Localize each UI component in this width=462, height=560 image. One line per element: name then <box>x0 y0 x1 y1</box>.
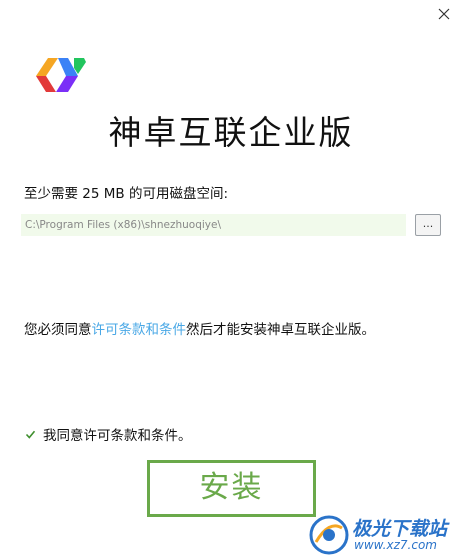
close-button[interactable] <box>434 4 454 24</box>
app-title: 神卓互联企业版 <box>108 113 354 152</box>
license-prefix: 您必须同意 <box>24 322 92 338</box>
agree-row: 我同意许可条款和条件。 <box>24 424 192 444</box>
watermark-brand: 极光下载站 <box>352 518 448 540</box>
watermark: 极光下载站 www.xz7.com <box>308 512 458 558</box>
watermark-logo-icon <box>309 515 349 555</box>
agree-checkbox[interactable] <box>24 428 37 441</box>
watermark-url: www.xz7.com <box>354 538 437 552</box>
browse-button[interactable]: ... <box>415 214 441 236</box>
checkmark-icon <box>25 430 36 439</box>
install-button[interactable]: 安装 <box>147 460 316 517</box>
app-logo <box>36 58 86 92</box>
license-suffix: 然后才能安装神卓互联企业版。 <box>186 322 375 338</box>
agree-label: 我同意许可条款和条件。 <box>43 428 192 444</box>
install-path-input[interactable] <box>21 214 406 236</box>
license-terms-link[interactable]: 许可条款和条件 <box>92 322 187 338</box>
license-notice: 您必须同意许可条款和条件然后才能安装神卓互联企业版。 <box>24 318 375 338</box>
installer-window: 神卓互联企业版 至少需要 25 MB 的可用磁盘空间: ... 您必须同意许可条… <box>0 0 462 560</box>
disk-space-label: 至少需要 25 MB 的可用磁盘空间: <box>24 186 229 202</box>
close-icon <box>438 8 450 20</box>
